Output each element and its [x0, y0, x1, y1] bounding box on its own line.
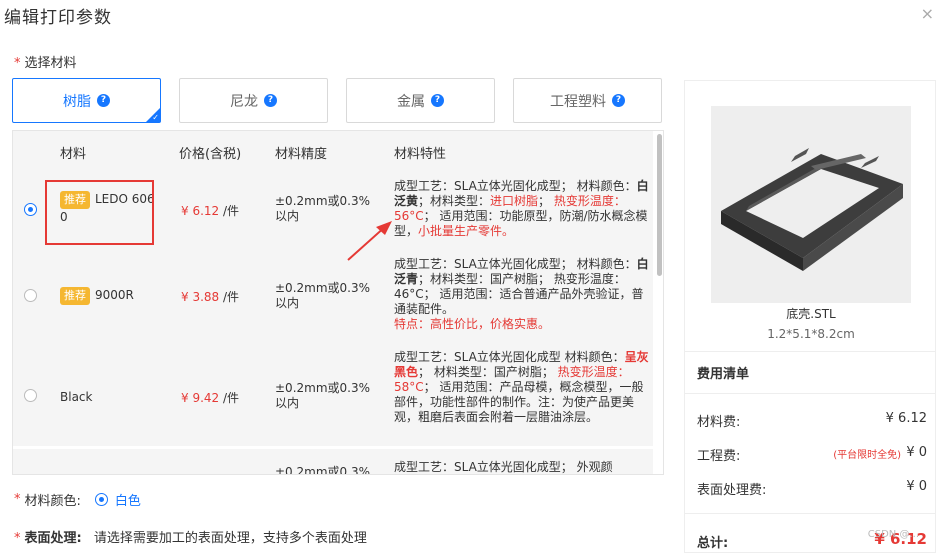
material-color-field: * 材料颜色: 白色	[14, 490, 141, 509]
tab-engineering-plastic[interactable]: 工程塑料?	[513, 78, 662, 123]
divider	[685, 393, 936, 394]
summary-panel: 底壳.STL 1.2*5.1*8.2cm 费用清单 材料费: ¥ 6.12 工程费…	[684, 80, 936, 553]
tab-resin[interactable]: 树脂? ✓	[12, 78, 161, 123]
price: ¥ 6.12 /件	[181, 204, 240, 218]
precision: ±0.2mm或0.3%以内	[275, 281, 371, 310]
color-value[interactable]: 白色	[115, 490, 141, 509]
help-icon[interactable]: ?	[612, 94, 625, 107]
precision: ±0.2mm或0.3%以	[275, 465, 371, 475]
row-radio[interactable]	[24, 389, 37, 402]
price: ¥ 9.42 /件	[181, 391, 240, 405]
engineering-fee-row: 工程费: (平台限时全免) ¥ 0	[697, 445, 927, 464]
features: 成型工艺：SLA立体光固化成型； 外观颜	[394, 460, 613, 474]
features: 成型工艺：SLA立体光固化成型； 材料颜色：白泛黄；材料类型：进口树脂； 热变形…	[394, 179, 649, 238]
color-radio[interactable]	[94, 493, 108, 506]
header-price: 价格(含税)	[179, 147, 242, 162]
help-icon[interactable]: ?	[431, 94, 444, 107]
features: 成型工艺：SLA立体光固化成型； 材料颜色：白泛青；材料类型：国产树脂； 热变形…	[394, 257, 649, 331]
material-name: 推荐 9000R	[60, 287, 134, 305]
required-mark: *	[14, 56, 21, 71]
material-section-label: * 选择材料	[14, 56, 77, 71]
table-row[interactable]: ±0.2mm或0.3%以 成型工艺：SLA立体光固化成型； 外观颜	[13, 449, 653, 475]
annotation-highlight-box	[45, 180, 154, 245]
table-row[interactable]: 推荐 9000R ¥ 3.88 /件 ±0.2mm或0.3%以内 成型工艺：SLA…	[13, 251, 653, 341]
surface-label: 表面处理:	[24, 531, 82, 546]
watermark: CSDN @...	[867, 529, 919, 540]
divider	[685, 513, 936, 514]
help-icon[interactable]: ?	[264, 94, 277, 107]
close-icon[interactable]: ×	[921, 4, 934, 23]
price: ¥ 3.88 /件	[181, 290, 240, 304]
model-thumbnail-icon	[721, 148, 903, 271]
recommend-badge: 推荐	[60, 287, 90, 305]
surface-treatment-field: * 表面处理: 请选择需要加工的表面处理，支持多个表面处理	[14, 531, 367, 546]
check-icon: ✓	[152, 113, 159, 122]
surface-fee-row: 表面处理费: ¥ 0	[697, 479, 927, 498]
fee-list-title: 费用清单	[697, 367, 750, 382]
row-radio[interactable]	[24, 203, 37, 216]
tab-metal[interactable]: 金属?	[346, 78, 495, 123]
dialog-title: 编辑打印参数	[4, 8, 112, 28]
tab-nylon[interactable]: 尼龙?	[179, 78, 328, 123]
header-precision: 材料精度	[275, 147, 328, 162]
divider	[685, 351, 936, 352]
table-header: 材料 价格(含税) 材料精度 材料特性	[13, 131, 653, 171]
material-fee-row: 材料费: ¥ 6.12	[697, 411, 927, 430]
table-row[interactable]: Black ¥ 9.42 /件 ±0.2mm或0.3%以内 成型工艺：SLA立体…	[13, 341, 653, 446]
header-material: 材料	[60, 147, 87, 162]
row-radio[interactable]	[24, 289, 37, 302]
surface-hint: 请选择需要加工的表面处理，支持多个表面处理	[93, 531, 367, 546]
table-scrollbar[interactable]	[657, 134, 662, 276]
precision: ±0.2mm或0.3%以内	[275, 381, 371, 410]
material-name: Black	[60, 390, 93, 404]
header-features: 材料特性	[394, 147, 447, 162]
material-tabs: 树脂? ✓ 尼龙? 金属? 工程塑料?	[12, 78, 662, 123]
annotation-arrow-icon	[347, 221, 392, 261]
features: 成型工艺：SLA立体光固化成型 材料颜色：呈灰黑色； 材料类型：国产树脂； 热变…	[394, 350, 649, 424]
help-icon[interactable]: ?	[97, 94, 110, 107]
material-color-label: 材料颜色:	[24, 494, 81, 509]
file-size: 1.2*5.1*8.2cm	[767, 327, 855, 341]
file-name: 底壳.STL	[786, 307, 836, 321]
model-preview	[711, 106, 911, 303]
